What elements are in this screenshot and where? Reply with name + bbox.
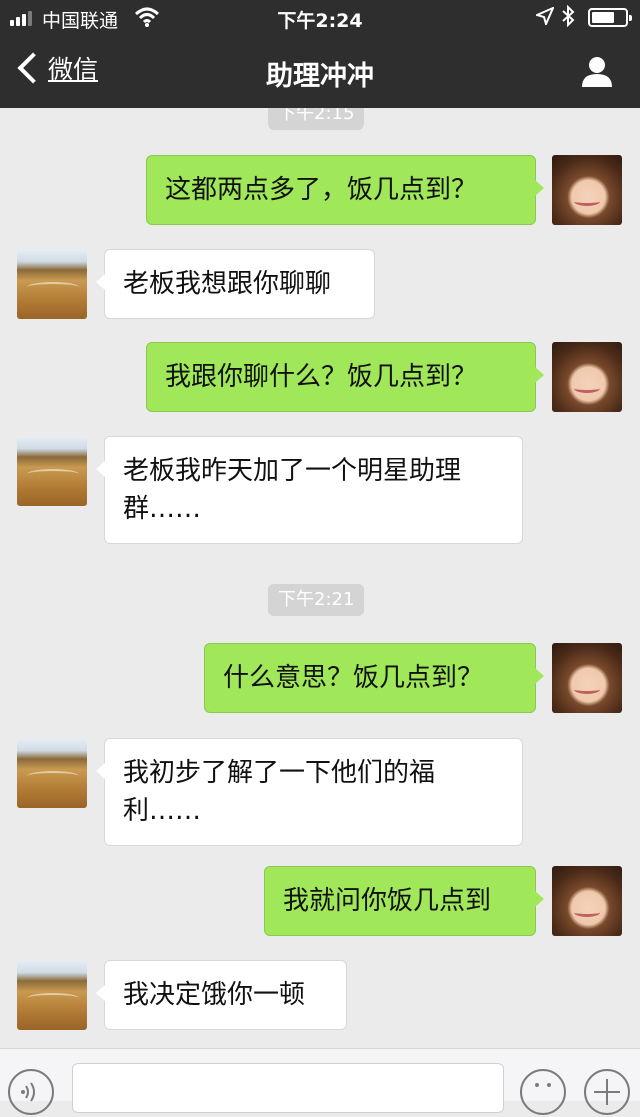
top-bar: 中国联通 下午2:24 微信 助理冲冲	[0, 0, 640, 108]
message-sent[interactable]: 这都两点多了，饭几点到？	[146, 155, 544, 225]
avatar-self[interactable]	[552, 643, 622, 713]
message-sent[interactable]: 我就问你饭几点到	[264, 866, 544, 936]
voice-icon[interactable]	[8, 1069, 54, 1115]
avatar-contact[interactable]	[17, 249, 87, 319]
chat-area[interactable]: 下午2:15 这都两点多了，饭几点到？ 老板我想跟你聊聊 我跟你聊什么？饭几点到…	[0, 108, 640, 1048]
status-bar: 中国联通 下午2:24	[0, 0, 640, 36]
nav-bar: 微信 助理冲冲	[0, 36, 640, 108]
message-input[interactable]	[72, 1063, 504, 1113]
bluetooth-icon	[561, 4, 575, 32]
message-received[interactable]: 老板我想跟你聊聊	[96, 249, 375, 319]
chat-title: 助理冲冲	[266, 61, 374, 92]
avatar-contact[interactable]	[17, 960, 87, 1030]
plus-icon[interactable]	[584, 1069, 630, 1115]
avatar-self[interactable]	[552, 155, 622, 225]
location-icon	[534, 6, 555, 29]
avatar-contact[interactable]	[17, 738, 87, 808]
message-received[interactable]: 我决定饿你一顿	[96, 960, 347, 1030]
avatar-contact[interactable]	[17, 436, 87, 506]
emoji-icon[interactable]	[520, 1069, 566, 1115]
input-bar	[0, 1048, 640, 1115]
message-sent[interactable]: 什么意思？饭几点到？	[204, 643, 544, 713]
timestamp: 下午2:21	[268, 584, 365, 616]
battery-icon	[588, 8, 632, 27]
message-received[interactable]: 我初步了解了一下他们的福利……	[96, 738, 523, 846]
message-received[interactable]: 老板我昨天加了一个明星助理群……	[96, 436, 523, 544]
avatar-self[interactable]	[552, 342, 622, 412]
message-sent[interactable]: 我跟你聊什么？饭几点到？	[146, 342, 544, 412]
person-icon[interactable]	[580, 54, 614, 88]
avatar-self[interactable]	[552, 866, 622, 936]
timestamp: 下午2:15	[268, 108, 365, 130]
